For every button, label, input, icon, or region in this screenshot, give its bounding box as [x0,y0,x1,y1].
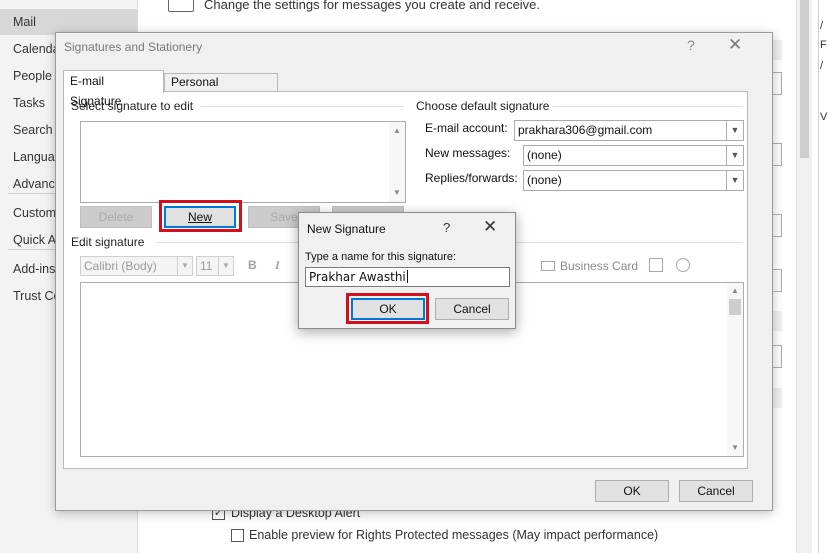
delete-button[interactable]: Delete [80,206,152,228]
business-card-button[interactable]: Business Card [560,259,638,273]
business-card-icon [541,261,555,271]
email-account-value: prakhara306@gmail.com [518,123,653,137]
close-icon[interactable]: ✕ [483,217,497,237]
new-signature-dialog: New Signature ? ✕ Type a name for this s… [298,212,516,329]
signature-list[interactable] [80,121,406,203]
font-family-select[interactable]: Calibri (Body) ▼ [80,256,193,276]
right-panel-glyph: / [820,20,824,32]
help-icon[interactable]: ? [443,220,450,235]
new-signature-cancel-button[interactable]: Cancel [435,298,509,320]
new-button[interactable]: New [164,206,236,228]
mail-settings-description: Change the settings for messages you cre… [204,0,541,12]
insert-picture-icon[interactable] [649,258,663,272]
chevron-down-icon[interactable]: ▼ [726,146,743,165]
close-icon[interactable]: ✕ [728,35,742,55]
editor-scrollbar-thumb[interactable] [729,299,741,315]
chevron-down-icon[interactable]: ▼ [726,121,743,140]
scroll-up-icon[interactable]: ▲ [731,286,739,295]
new-signature-title: New Signature [307,222,386,236]
new-messages-select[interactable]: (none) ▼ [523,145,744,166]
text-caret [406,270,408,283]
font-size-select[interactable]: 11 ▼ [196,256,234,276]
rights-protected-checkbox[interactable] [231,529,244,542]
bold-button[interactable]: B [248,258,257,272]
font-family-value: Calibri (Body) [84,259,157,273]
right-side-panel [818,0,828,553]
replies-forwards-value: (none) [527,173,562,187]
signature-name-input[interactable]: Prakhar Awasthi [305,267,510,287]
rights-protected-label: Enable preview for Rights Protected mess… [249,528,659,542]
chevron-down-icon[interactable]: ▼ [726,171,743,190]
new-signature-ok-button[interactable]: OK [351,298,425,320]
font-size-value: 11 [200,259,213,273]
new-messages-label: New messages: [425,146,511,160]
replies-forwards-label: Replies/forwards: [425,171,518,185]
dialog-cancel-button[interactable]: Cancel [679,480,753,502]
scroll-down-icon[interactable]: ▼ [393,188,401,197]
insert-hyperlink-icon[interactable] [676,258,690,272]
tab-personal-stationery[interactable]: Personal Stationery [164,73,278,106]
email-account-select[interactable]: prakhara306@gmail.com ▼ [514,120,744,141]
options-scrollbar-thumb[interactable] [800,0,809,158]
chevron-down-icon[interactable]: ▼ [218,257,233,275]
email-account-label: E-mail account: [425,121,508,135]
group-divider [201,106,404,107]
dialog-ok-button[interactable]: OK [595,480,669,502]
replies-forwards-select[interactable]: (none) ▼ [523,170,744,191]
signature-name-value: Prakhar Awasthi [309,270,406,284]
default-signature-label: Choose default signature [416,99,554,113]
new-button-label: New [187,210,212,224]
right-panel-glyph: V [820,111,828,123]
edit-signature-label: Edit signature [71,235,149,249]
signature-list-scrollbar[interactable]: ▲ ▼ [389,122,405,202]
scroll-up-icon[interactable]: ▲ [393,126,401,135]
help-icon[interactable]: ? [687,37,695,53]
signature-name-prompt: Type a name for this signature: [305,251,457,263]
dialog-title: Signatures and Stationery [64,40,203,54]
right-panel-glyph: F [820,39,827,51]
right-panel-glyph: / [820,60,824,72]
italic-button[interactable]: I [275,258,280,273]
scroll-down-icon[interactable]: ▼ [731,443,739,452]
new-messages-value: (none) [527,148,562,162]
envelope-icon [168,0,194,12]
chevron-down-icon[interactable]: ▼ [177,257,192,275]
tab-email-signature[interactable]: E-mail Signature [63,70,164,108]
